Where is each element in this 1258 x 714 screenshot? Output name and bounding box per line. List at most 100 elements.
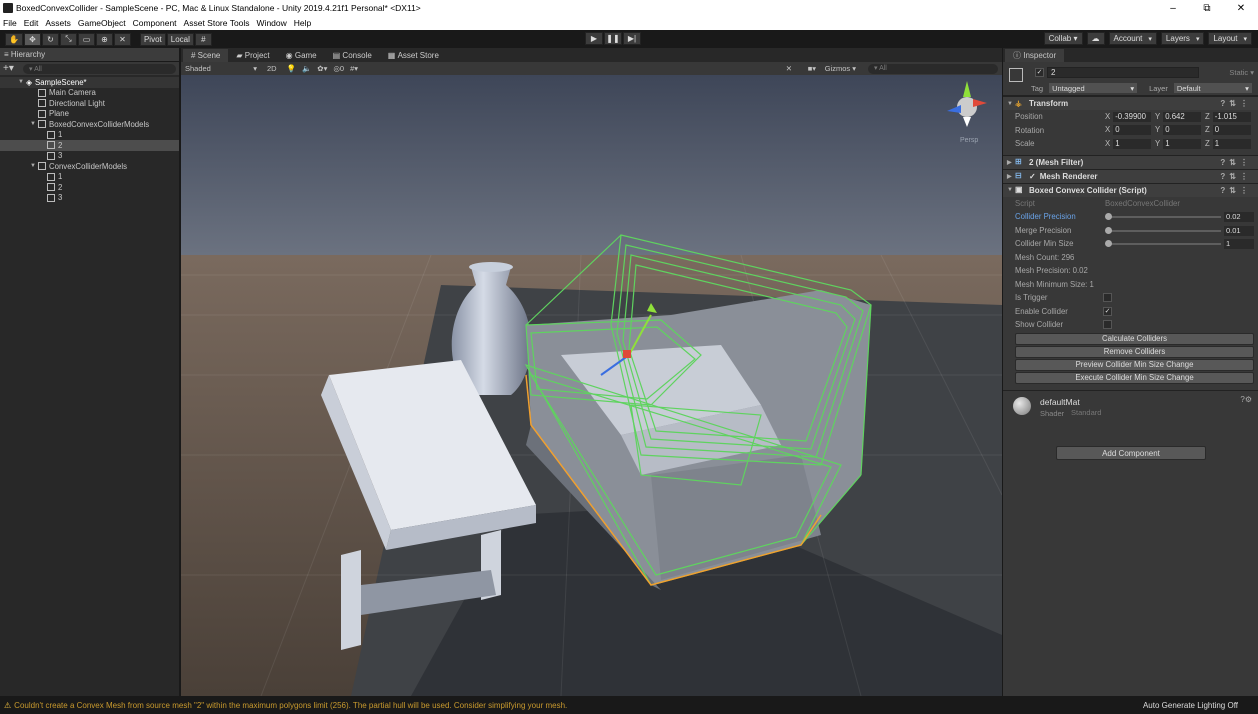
gizmos-dropdown[interactable]: Gizmos ▾ — [825, 64, 856, 73]
tools-icon[interactable]: ✕ — [786, 64, 792, 73]
pause-button-icon[interactable]: ❚❚ — [604, 32, 622, 45]
menu-gameobject[interactable]: GameObject — [78, 18, 126, 28]
transform-header[interactable]: ▼ ⚶ Transform ?⇅⋮ — [1003, 96, 1258, 110]
expand-arrow-icon[interactable]: ▶ — [1007, 173, 1015, 180]
merge-precision-field[interactable]: 0.01 — [1224, 225, 1254, 236]
slider-knob[interactable] — [1105, 226, 1112, 234]
add-component-button[interactable]: Add Component — [1056, 446, 1206, 460]
expand-arrow-icon[interactable]: ▼ — [30, 163, 38, 169]
close-button[interactable]: ✕ — [1224, 0, 1258, 16]
tab-inspector[interactable]: ⓘ Inspector — [1005, 49, 1065, 62]
collapse-arrow-icon[interactable]: ▼ — [1007, 187, 1015, 193]
grid-snap-icon[interactable]: # — [194, 32, 212, 46]
shader-dropdown[interactable]: Standard — [1071, 408, 1253, 418]
collider-min-size-field[interactable]: 1 — [1224, 239, 1254, 249]
rect-tool-icon[interactable]: ▭ — [77, 32, 95, 46]
rotation-y-field[interactable]: 0 — [1163, 125, 1202, 136]
menu-assets[interactable]: Assets — [45, 18, 71, 28]
local-toggle[interactable]: Local — [166, 32, 194, 46]
show-collider-checkbox[interactable] — [1103, 320, 1112, 329]
2d-toggle[interactable]: 2D — [267, 64, 277, 73]
component-menu-icons[interactable]: ?⇅⋮ — [1220, 158, 1252, 167]
hidden-objects-icon[interactable]: ◎0 — [333, 64, 344, 73]
transform-tool-icon[interactable]: ⊕ — [95, 32, 113, 46]
position-y-field[interactable]: 0.642 — [1163, 111, 1202, 122]
tree-item-plane[interactable]: Plane — [0, 109, 179, 120]
lighting-status[interactable]: Auto Generate Lighting Off — [1143, 701, 1238, 710]
scene-viewport[interactable]: Persp — [181, 75, 1002, 696]
component-menu-icons[interactable]: ?⇅⋮ — [1220, 99, 1252, 108]
account-dropdown[interactable]: Account ▾ — [1108, 32, 1157, 45]
tag-dropdown[interactable]: Untagged ▾ — [1049, 83, 1138, 93]
expand-arrow-icon[interactable]: ▶ — [1007, 159, 1015, 166]
step-button-icon[interactable]: ▶| — [623, 32, 641, 45]
tree-item-convex-models[interactable]: ▼ ConvexColliderModels — [0, 161, 179, 172]
object-name-field[interactable]: 2 — [1047, 67, 1199, 78]
remove-colliders-button[interactable]: Remove Colliders — [1015, 345, 1254, 358]
position-x-field[interactable]: -0.39900 — [1113, 111, 1152, 122]
create-plus-icon[interactable]: +▾ — [3, 63, 17, 74]
hierarchy-search-input[interactable]: ▾ All — [23, 63, 176, 74]
preview-min-size-button[interactable]: Preview Collider Min Size Change — [1015, 358, 1254, 371]
script-component-header[interactable]: ▼ ▣ Boxed Convex Collider (Script) ?⇅⋮ — [1003, 182, 1258, 197]
tree-item-convex-3[interactable]: 3 — [0, 193, 179, 204]
hierarchy-tab[interactable]: ≡ Hierarchy — [0, 48, 179, 62]
effects-icon[interactable]: ✿▾ — [317, 64, 327, 73]
scale-x-field[interactable]: 1 — [1113, 138, 1152, 149]
tab-scene[interactable]: # Scene — [183, 49, 229, 62]
grid-icon[interactable]: #▾ — [350, 64, 358, 73]
play-button-icon[interactable]: ▶ — [585, 32, 603, 45]
active-checkbox[interactable]: ✓ — [1035, 68, 1044, 77]
scale-z-field[interactable]: 1 — [1212, 138, 1251, 149]
hand-tool-icon[interactable]: ✋ — [5, 32, 23, 46]
tree-item-convex-2[interactable]: 2 — [0, 182, 179, 193]
position-z-field[interactable]: -1.015 — [1212, 111, 1251, 122]
material-menu-icons[interactable]: ?⚙ — [1240, 395, 1252, 404]
menu-component[interactable]: Component — [133, 18, 177, 28]
scale-tool-icon[interactable]: ⤡ — [59, 32, 77, 46]
tree-item-convex-1[interactable]: 1 — [0, 172, 179, 183]
cloud-icon[interactable]: ☁ — [1086, 32, 1105, 45]
custom-tool-icon[interactable]: ✕ — [113, 32, 131, 46]
static-dropdown[interactable]: Static ▾ — [1229, 68, 1254, 77]
slider-knob[interactable] — [1105, 240, 1112, 247]
audio-icon[interactable]: 🔈 — [302, 64, 311, 73]
expand-arrow-icon[interactable]: ▼ — [30, 121, 38, 127]
collab-dropdown[interactable]: Collab ▾ — [1043, 32, 1083, 45]
component-menu-icons[interactable]: ?⇅⋮ — [1220, 172, 1252, 181]
component-menu-icons[interactable]: ?⇅⋮ — [1220, 186, 1252, 195]
layers-dropdown[interactable]: Layers ▾ — [1160, 32, 1205, 45]
calculate-colliders-button[interactable]: Calculate Colliders — [1015, 332, 1254, 345]
slider-knob[interactable] — [1105, 213, 1112, 220]
tree-item-main-camera[interactable]: Main Camera — [0, 88, 179, 99]
move-tool-icon[interactable]: ✥ — [23, 32, 41, 46]
collider-min-size-slider[interactable] — [1105, 240, 1221, 247]
shading-mode-dropdown[interactable]: Shaded ▾ — [183, 63, 259, 74]
rotation-x-field[interactable]: 0 — [1113, 125, 1152, 136]
rotation-z-field[interactable]: 0 — [1212, 125, 1251, 136]
maximize-button[interactable]: ⧉ — [1190, 0, 1224, 16]
tab-asset-store[interactable]: ▦ Asset Store — [380, 49, 447, 62]
renderer-enabled-checkbox[interactable]: ✓ — [1029, 172, 1036, 181]
merge-precision-slider[interactable] — [1105, 226, 1221, 234]
menu-help[interactable]: Help — [294, 18, 311, 28]
collider-precision-slider[interactable] — [1105, 213, 1221, 220]
scene-search-input[interactable]: ▾ All — [868, 63, 998, 74]
enable-collider-checkbox[interactable]: ✓ — [1103, 306, 1112, 316]
tab-game[interactable]: ◉ Game — [278, 49, 325, 62]
tree-item-boxed-2[interactable]: 2 — [0, 140, 179, 151]
camera-icon[interactable]: ■▾ — [808, 64, 816, 73]
expand-arrow-icon[interactable]: ▼ — [18, 79, 26, 85]
layer-dropdown[interactable]: Default ▾ — [1173, 83, 1252, 93]
tab-project[interactable]: ▰ Project — [228, 49, 277, 62]
collider-precision-field[interactable]: 0.02 — [1224, 212, 1254, 222]
layout-dropdown[interactable]: Layout ▾ — [1208, 32, 1252, 45]
scale-y-field[interactable]: 1 — [1163, 138, 1202, 149]
tree-item-scene[interactable]: ▼ ◈ SampleScene* — [0, 77, 179, 88]
tree-item-boxed-3[interactable]: 3 — [0, 151, 179, 162]
tree-item-boxed-models[interactable]: ▼ BoxedConvexColliderModels — [0, 119, 179, 130]
tree-item-boxed-1[interactable]: 1 — [0, 130, 179, 141]
scene-render[interactable]: Persp — [181, 75, 1002, 696]
rotate-tool-icon[interactable]: ↻ — [41, 32, 59, 46]
menu-file[interactable]: File — [3, 18, 17, 28]
